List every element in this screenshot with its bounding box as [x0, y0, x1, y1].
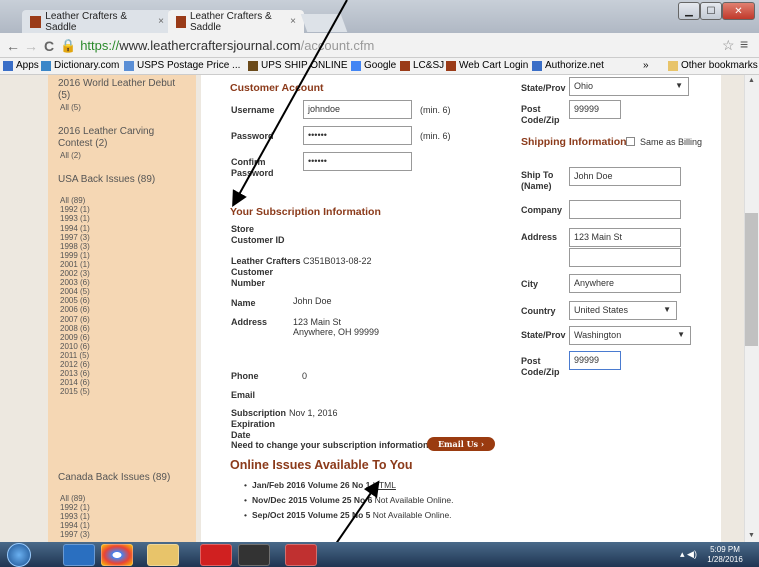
- annotation-arrows: [232, 0, 380, 567]
- volume-icon[interactable]: ▴ ◀): [680, 549, 697, 560]
- access-icon[interactable]: [285, 544, 317, 566]
- top-annotation-arrow: [232, 0, 348, 207]
- acrobat-icon[interactable]: [200, 544, 232, 566]
- chrome-icon[interactable]: [101, 544, 133, 566]
- file-explorer-icon[interactable]: [147, 544, 179, 566]
- preview-icon[interactable]: [238, 544, 270, 566]
- outlook-icon[interactable]: [63, 544, 95, 566]
- windows-start-icon[interactable]: [7, 543, 31, 567]
- taskbar-clock[interactable]: 5:09 PM 1/28/2016: [700, 545, 750, 565]
